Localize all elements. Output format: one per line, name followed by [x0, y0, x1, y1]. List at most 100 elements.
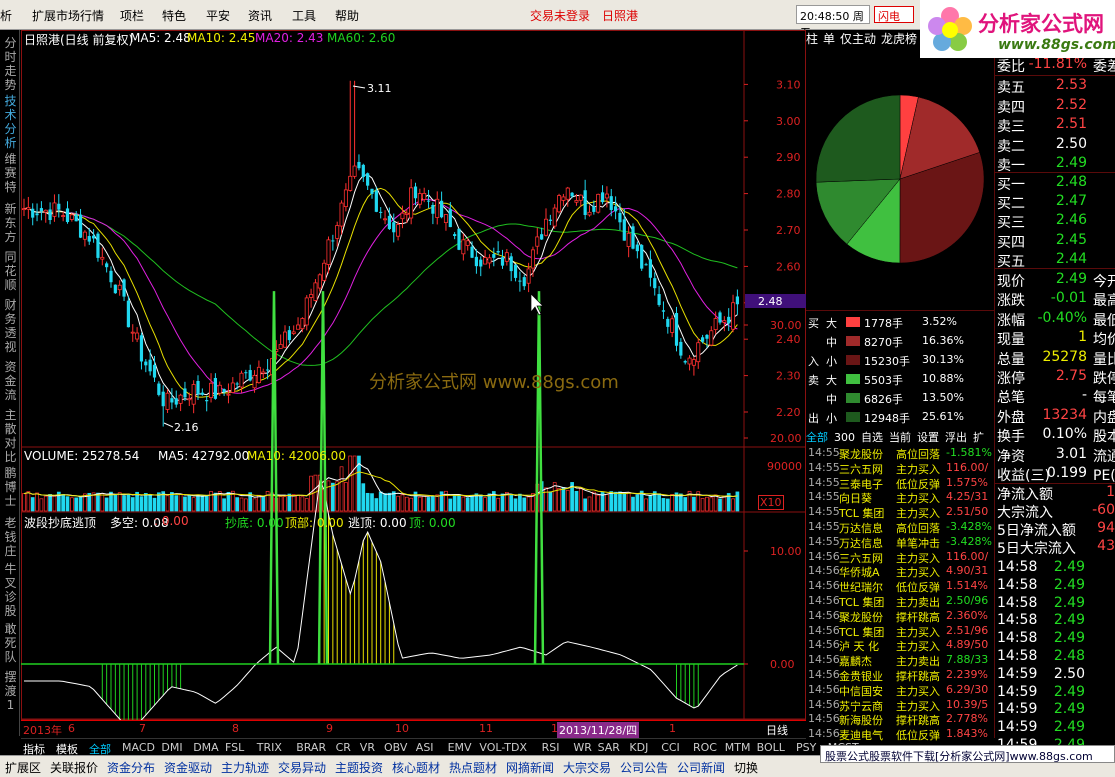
bottom-tab[interactable]: 主题投资 — [332, 759, 386, 776]
menu-item-help[interactable]: 帮助 — [335, 7, 359, 24]
alert-row[interactable]: 14:55 万达信息 高位回落 -3.428% — [806, 520, 994, 535]
bottom-tab[interactable]: 公司新闻 — [674, 759, 728, 776]
alert-row[interactable]: 14:56 泸 天 化 主力买入 4.89/50 — [806, 638, 994, 653]
left-tab-tonghuashun[interactable]: 同花顺 — [3, 250, 18, 292]
bottom-tab[interactable]: 交易异动 — [275, 759, 329, 776]
indicator-tab[interactable]: RSI — [542, 741, 560, 754]
left-tab-new-oriental[interactable]: 新东方 — [3, 202, 18, 244]
bottom-tab[interactable]: 切换 — [731, 759, 761, 776]
alert-row[interactable]: 14:56 金贵银业 撑杆跳高 2.239% — [806, 668, 994, 683]
flash-button[interactable]: 闪电 — [874, 6, 914, 23]
indicator-tab[interactable]: VOL-TDX — [479, 741, 527, 754]
bottom-tab[interactable]: 资金分布 — [104, 759, 158, 776]
bottom-tab[interactable]: 公司公告 — [617, 759, 671, 776]
menu-item-columns[interactable]: 项栏 — [120, 7, 144, 24]
alert-row[interactable]: 14:56 三六五网 主力买入 116.00/ — [806, 550, 994, 565]
indicator-tab[interactable]: VR — [360, 741, 375, 754]
menu-item-pingan[interactable]: 平安 — [206, 7, 230, 24]
indicator-tab[interactable]: ASI — [416, 741, 434, 754]
indicator-tab[interactable]: BRAR — [296, 741, 326, 754]
left-tab-pengboshi[interactable]: 鹏博士 — [3, 466, 18, 508]
alert-row[interactable]: 14:56 TCL 集团 主力买入 2.51/96 — [806, 624, 994, 639]
indicator-tab[interactable]: FSL — [225, 741, 244, 754]
alert-row[interactable]: 14:56 新海股份 撑杆跳高 2.778% — [806, 712, 994, 727]
pie-tab[interactable]: 龙虎榜 — [881, 32, 917, 46]
menu-item-ext-market[interactable]: 扩展市场行情 — [32, 7, 104, 24]
candle-body — [644, 264, 648, 266]
indicator-tab[interactable]: MTM — [725, 741, 751, 754]
board-tab-watchlist[interactable]: 自选 — [861, 431, 883, 444]
alert-signal: 主力买入 — [896, 462, 940, 476]
board-tab-float[interactable]: 浮出 — [945, 431, 967, 444]
left-tab-intraday[interactable]: 分时走势 — [3, 36, 18, 92]
indicator-tab[interactable]: SAR — [598, 741, 620, 754]
indicator-tab[interactable]: ROC — [693, 741, 717, 754]
alert-signal: 低位反弹 — [896, 581, 940, 595]
indicator-tab[interactable]: OBV — [384, 741, 407, 754]
candle-body — [626, 232, 631, 247]
menu-item-analysis[interactable]: 析 — [0, 7, 12, 24]
bottom-tab[interactable]: 网摘新闻 — [503, 759, 557, 776]
left-tab-technical[interactable]: 技术分析 — [3, 94, 18, 150]
board-tab-expand[interactable]: 扩 — [973, 431, 984, 444]
alert-row[interactable]: 14:56 中信国安 主力买入 6.29/30 — [806, 683, 994, 698]
left-tab-baidu[interactable]: 摆渡1 — [3, 670, 18, 712]
alert-row[interactable]: 14:55 向日葵 主力买入 4.25/31 — [806, 490, 994, 505]
left-tab-main-retail[interactable]: 主散对比 — [3, 408, 18, 464]
board-tab-300[interactable]: 300 — [834, 431, 855, 444]
board-tab-settings[interactable]: 设置 — [917, 431, 939, 444]
pie-tab[interactable]: 单 — [823, 32, 835, 46]
menu-item-news[interactable]: 资讯 — [248, 7, 272, 24]
left-tab-finance[interactable]: 财务透视 — [3, 298, 18, 354]
left-tab-weisaite[interactable]: 维赛特 — [3, 152, 18, 194]
candlestick-chart-svg[interactable]: 3.103.002.902.802.702.602.502.402.302.20… — [21, 30, 806, 777]
ad-banner[interactable]: 股票公式股票软件下载[分析家公式网]www.88gs.com — [820, 745, 1115, 763]
alert-row[interactable]: 14:56 嘉麟杰 主力卖出 7.88/33 — [806, 653, 994, 668]
alert-row[interactable]: 14:55 三六五网 主力买入 116.00/ — [806, 461, 994, 476]
bottom-tab[interactable]: 热点题材 — [446, 759, 500, 776]
bottom-tab[interactable]: 扩展区 — [2, 759, 44, 776]
bottom-tab[interactable]: 核心题材 — [389, 759, 443, 776]
indicator-tab[interactable]: DMI — [161, 741, 182, 754]
left-tab-dare-death[interactable]: 敢死队 — [3, 622, 18, 664]
alert-row[interactable]: 14:55 三泰电子 低位反弹 1.575% — [806, 476, 994, 491]
alert-row[interactable]: 14:56 苏宁云商 主力买入 10.39/5 — [806, 698, 994, 713]
period-label[interactable]: 日线 — [766, 722, 788, 738]
indicator-tab[interactable]: MACD — [122, 741, 155, 754]
indicator-tab[interactable]: WR — [573, 741, 592, 754]
left-tab-niucha[interactable]: 牛叉诊股 — [3, 562, 18, 618]
pie-tab[interactable]: 仅主动 — [840, 32, 876, 46]
board-tab-current[interactable]: 当前 — [889, 431, 911, 444]
alert-row[interactable]: 14:56 麦迪电气 低位反弹 1.843% — [806, 727, 994, 742]
volume-bar — [626, 492, 631, 512]
indicator-tab[interactable]: PSY — [796, 741, 816, 754]
candle-body — [453, 234, 457, 236]
alert-row[interactable]: 14:56 华侨城A 主力买入 4.90/31 — [806, 564, 994, 579]
indicator-tab[interactable]: EMV — [448, 741, 472, 754]
left-tab-capital-flow[interactable]: 资金流 — [3, 360, 18, 402]
alert-row[interactable]: 14:55 万达信息 单笔冲击 -3.428% — [806, 535, 994, 550]
board-tab-all[interactable]: 全部 — [806, 431, 828, 444]
alert-row[interactable]: 14:55 聚龙股份 高位回落 -1.581% — [806, 446, 994, 461]
trade-login-status[interactable]: 交易未登录 — [530, 7, 590, 24]
alert-row[interactable]: 14:55 TCL 集团 主力买入 2.51/50 — [806, 505, 994, 520]
indicator-tab[interactable]: CR — [336, 741, 351, 754]
menu-item-tools[interactable]: 工具 — [292, 7, 316, 24]
bottom-tab[interactable]: 资金驱动 — [161, 759, 215, 776]
indicator-tab[interactable]: KDJ — [629, 741, 648, 754]
quote-extra-label: PE(动) — [1093, 468, 1115, 484]
alert-row[interactable]: 14:56 世纪瑞尔 低位反弹 1.514% — [806, 579, 994, 594]
bottom-tab[interactable]: 主力轨迹 — [218, 759, 272, 776]
indicator-tab[interactable]: BOLL — [757, 741, 785, 754]
chart-area[interactable]: 3.103.002.902.802.702.602.502.402.302.20… — [21, 30, 806, 777]
bottom-tab[interactable]: 关联报价 — [47, 759, 101, 776]
left-tab-laoqianzhuang[interactable]: 老钱庄 — [3, 516, 18, 558]
pie-tab[interactable]: 柱 — [806, 32, 818, 46]
alert-row[interactable]: 14:56 聚龙股份 撑杆跳高 2.360% — [806, 609, 994, 624]
bottom-tab[interactable]: 大宗交易 — [560, 759, 614, 776]
indicator-tab[interactable]: CCI — [661, 741, 680, 754]
alert-row[interactable]: 14:56 TCL 集团 主力卖出 2.50/96 — [806, 594, 994, 609]
indicator-tab[interactable]: DMA — [193, 741, 219, 754]
menu-item-special[interactable]: 特色 — [162, 7, 186, 24]
indicator-tab[interactable]: TRIX — [257, 741, 282, 754]
